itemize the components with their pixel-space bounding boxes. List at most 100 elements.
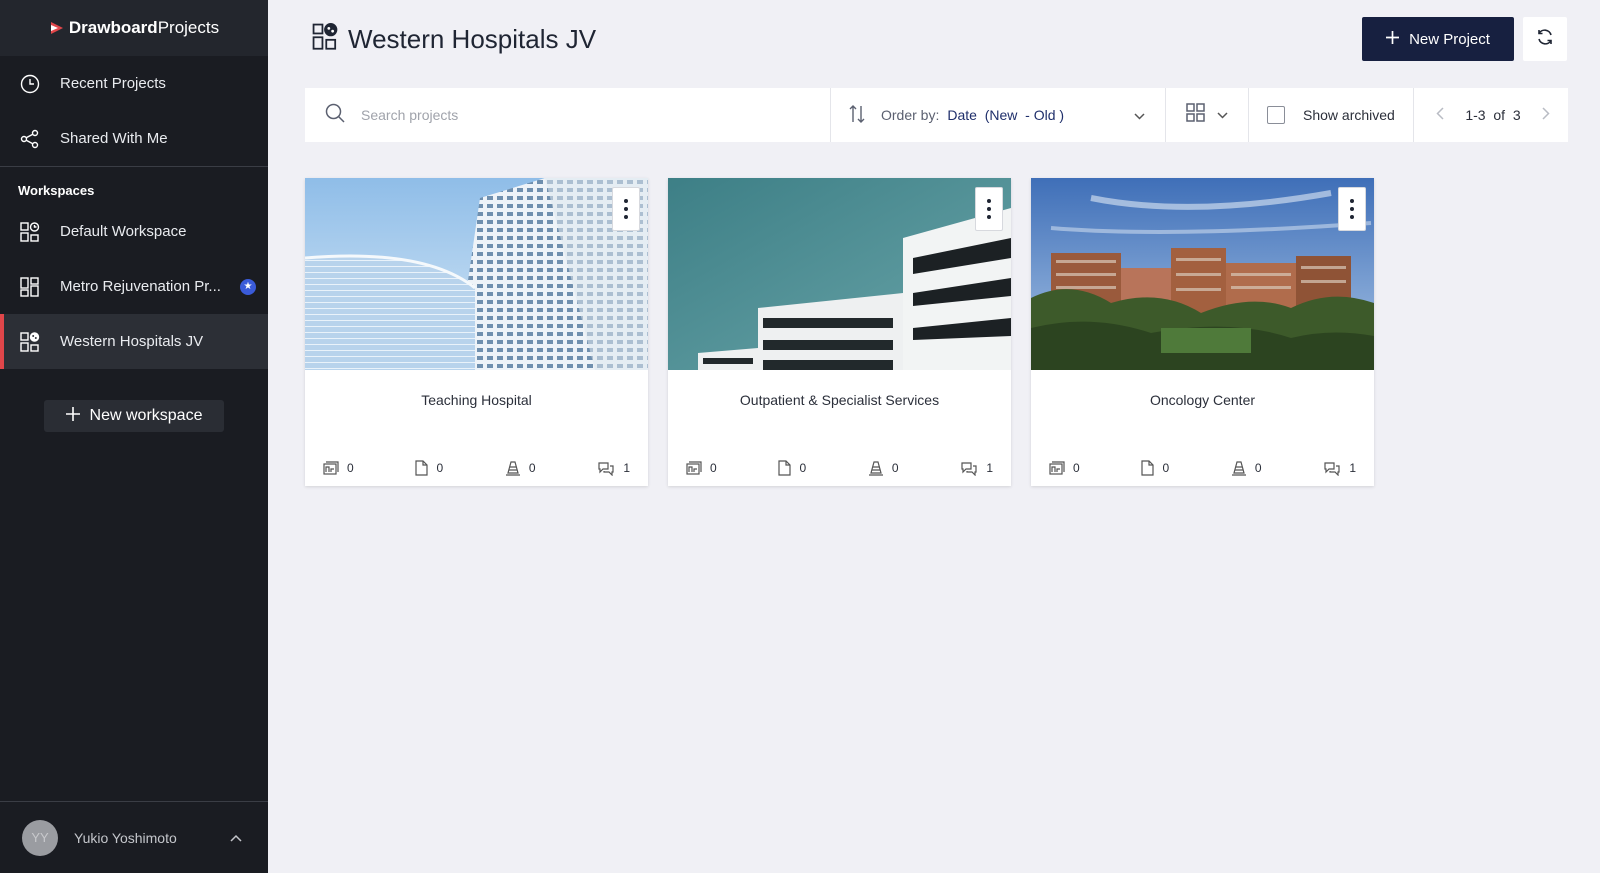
document-icon [415,460,429,476]
project-title: Outpatient & Specialist Services [739,392,940,408]
project-grid: Teaching Hospital 0 0 0 1 Outpatient & S… [305,178,1374,486]
traffic-cone-icon [505,460,521,476]
workspace-western-hospitals[interactable]: Western Hospitals JV [0,314,268,369]
view-mode-dropdown[interactable] [1166,88,1249,142]
project-thumbnail-outpatient [668,178,1011,370]
stat-drawings-count: 0 [1073,461,1080,475]
workspace-icon [20,221,40,242]
workspace-western-hospitals-label: Western Hospitals JV [60,333,204,350]
sort-icon [849,104,865,126]
stat-members-count: 1 [1349,461,1356,475]
stat-issues: 0 [868,460,899,476]
people-chat-icon [597,460,615,476]
stat-drawings-count: 0 [710,461,717,475]
workspace-default[interactable]: Default Workspace [0,204,268,259]
stat-issues-count: 0 [891,461,899,475]
people-chat-icon [1323,460,1341,476]
workspaces-heading: Workspaces [18,183,95,198]
project-thumbnail-teaching-hospital [305,178,648,370]
search-box[interactable] [305,88,831,142]
traffic-cone-icon [868,460,884,476]
nav-recent-projects[interactable]: Recent Projects [0,56,268,111]
starred-badge-icon: ★ [240,278,256,295]
order-by-dropdown[interactable]: Order by: Date (New - Old ) [831,88,1166,142]
workspace-metro-rejuvenation[interactable]: Metro Rejuvenation Pr... ★ [0,259,268,314]
refresh-button[interactable] [1523,17,1567,61]
stat-drawings-count: 0 [347,461,354,475]
stat-issues-count: 0 [528,461,536,475]
order-by-value: Date (New - Old ) [947,107,1065,123]
new-workspace-label: New workspace [89,407,203,424]
stat-members-count: 1 [623,461,630,475]
people-chat-icon [960,460,978,476]
more-options-button[interactable] [975,187,1003,231]
drawings-icon [686,461,702,475]
stat-issues: 0 [1231,460,1262,476]
brand-logo[interactable]: DrawboardProjects [0,0,268,56]
stat-documents-count: 0 [436,461,444,475]
stat-members: 1 [960,460,993,476]
project-toolbar: Order by: Date (New - Old ) Show archive… [305,88,1568,142]
project-thumbnail-oncology [1031,178,1374,370]
show-archived-toggle[interactable]: Show archived [1249,88,1414,142]
document-icon [1141,460,1155,476]
stat-documents: 0 [1141,460,1169,476]
avatar: YY [22,819,58,856]
stat-documents: 0 [415,460,443,476]
stat-documents: 0 [778,460,806,476]
stat-drawings: 0 [686,460,717,476]
chevron-down-icon [1217,106,1228,124]
traffic-cone-icon [1231,460,1247,476]
chevron-down-icon [1134,107,1145,123]
document-icon [778,460,792,476]
brand-name-light: Projects [157,18,220,37]
sidebar: DrawboardProjects Recent Projects Shared… [0,0,268,873]
stat-issues: 0 [505,460,536,476]
stat-members: 1 [597,460,630,476]
search-input[interactable] [361,107,761,123]
chevron-up-icon[interactable] [230,831,242,845]
show-archived-checkbox[interactable] [1267,106,1285,124]
project-card[interactable]: Oncology Center 0 0 0 1 [1031,178,1374,486]
chevron-right-icon[interactable] [1542,107,1550,123]
new-project-button[interactable]: New Project [1362,17,1514,61]
stat-members: 1 [1323,460,1356,476]
grid-view-icon [1186,103,1205,127]
new-workspace-button[interactable]: New workspace [44,400,224,432]
stat-issues-count: 0 [1254,461,1262,475]
user-name: Yukio Yoshimoto [74,829,177,846]
project-card[interactable]: Teaching Hospital 0 0 0 1 [305,178,648,486]
share-icon [20,129,40,149]
more-options-button[interactable] [612,187,640,231]
user-menu[interactable]: YY Yukio Yoshimoto [0,801,268,873]
more-options-button[interactable] [1338,187,1366,231]
workspace-default-label: Default Workspace [60,223,187,240]
stat-members-count: 1 [986,461,993,475]
workspace-icon [20,331,40,352]
refresh-icon [1536,28,1554,51]
show-archived-label: Show archived [1303,107,1395,123]
project-card[interactable]: Outpatient & Specialist Services 0 0 0 1 [668,178,1011,486]
chevron-left-icon[interactable] [1436,107,1444,123]
workspace-icon [312,22,338,57]
order-by-label: Order by: [881,107,940,123]
project-title: Oncology Center [1149,392,1256,408]
search-icon [325,103,345,128]
nav-shared-with-me[interactable]: Shared With Me [0,111,268,166]
project-title: Teaching Hospital [421,392,532,408]
project-stats: 0 0 0 1 [1031,460,1374,476]
project-stats: 0 0 0 1 [305,460,648,476]
plus-icon [1386,30,1400,48]
drawings-icon [323,461,339,475]
pagination: 1-3 of 3 [1414,88,1568,142]
workspace-metro-rejuvenation-label: Metro Rejuvenation Pr... [60,278,221,295]
pagination-range: 1-3 of 3 [1465,107,1521,123]
stat-drawings: 0 [323,460,354,476]
brand-name-bold: Drawboard [68,18,158,37]
stat-documents-count: 0 [1162,461,1170,475]
plus-icon [65,406,80,426]
stat-documents-count: 0 [799,461,807,475]
workspace-grid-icon [20,276,40,297]
drawboard-logo-icon [50,22,63,34]
clock-icon [20,74,40,94]
